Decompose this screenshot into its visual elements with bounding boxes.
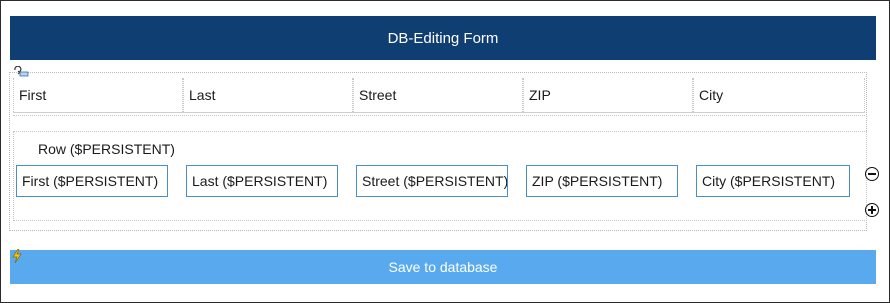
lightning-icon	[12, 249, 22, 263]
column-header-row: First Last Street ZIP City	[13, 78, 865, 113]
save-to-database-button[interactable]: Save to database	[10, 250, 876, 284]
divider	[13, 115, 865, 116]
column-header-city: City	[693, 78, 865, 112]
save-button-label: Save to database	[388, 259, 498, 275]
column-header-first: First	[13, 78, 183, 112]
add-row-icon[interactable]	[865, 203, 879, 217]
remove-row-icon[interactable]	[865, 167, 879, 181]
column-header-label: City	[699, 87, 724, 103]
column-header-street: Street	[353, 78, 523, 112]
last-field[interactable]: Last ($PERSISTENT)	[186, 165, 338, 197]
zip-field[interactable]: ZIP ($PERSISTENT)	[526, 165, 678, 197]
row-repeat-icon	[14, 66, 29, 77]
form-header: DB-Editing Form	[10, 16, 876, 60]
street-field[interactable]: Street ($PERSISTENT)	[356, 165, 508, 197]
column-header-zip: ZIP	[523, 78, 693, 112]
column-header-label: Last	[189, 87, 216, 103]
row-label: Row ($PERSISTENT)	[38, 141, 175, 157]
column-header-last: Last	[183, 78, 353, 112]
first-field[interactable]: First ($PERSISTENT)	[16, 165, 168, 197]
column-header-label: First	[19, 87, 47, 103]
form-title: DB-Editing Form	[387, 29, 499, 47]
city-field[interactable]: City ($PERSISTENT)	[696, 165, 850, 197]
column-header-label: Street	[359, 87, 397, 103]
column-header-label: ZIP	[529, 87, 551, 103]
